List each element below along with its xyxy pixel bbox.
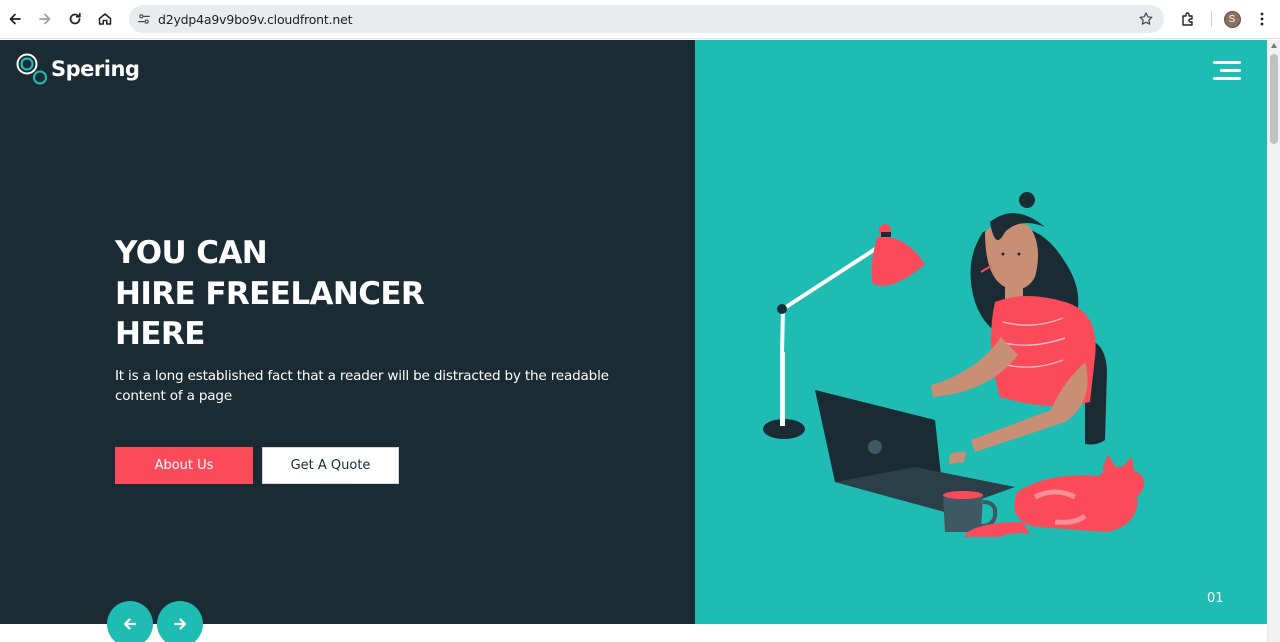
hero-subtitle: It is a long established fact that a rea…: [115, 368, 609, 404]
home-icon: [98, 13, 112, 25]
puzzle-icon: [1182, 12, 1193, 26]
site-logo[interactable]: Spering: [16, 52, 140, 86]
url-text[interactable]: d2ydp4a9v9bo9v.cloudfront.net: [158, 12, 352, 27]
scroll-up-icon[interactable]: [1271, 43, 1277, 48]
mug: [943, 494, 983, 532]
browser-toolbar: d2ydp4a9v9bo9v.cloudfront.net S: [0, 0, 1280, 39]
logo-rings-icon: [16, 52, 48, 86]
home-button[interactable]: [93, 7, 117, 31]
browser-menu-button[interactable]: [1250, 7, 1274, 31]
kebab-menu-icon: [1260, 12, 1264, 26]
page-viewport: Spering YOU CAN HIRE FREELANCER HERE It …: [0, 40, 1267, 642]
avatar: S: [1223, 10, 1241, 28]
hamburger-menu-button[interactable]: [1212, 59, 1242, 83]
toolbar-divider: [1211, 11, 1212, 27]
get-a-quote-button[interactable]: Get A Quote: [262, 447, 399, 484]
arrow-right-icon: [173, 618, 187, 630]
bookmark-star-icon[interactable]: [1138, 11, 1154, 27]
hero-title-line: HERE: [115, 316, 205, 352]
hero-title-line: HIRE FREELANCER: [115, 275, 425, 312]
menu-line-icon: [1213, 77, 1241, 80]
freelancer-illustration: [763, 192, 1145, 537]
extensions-button[interactable]: [1176, 7, 1200, 31]
arrow-forward-icon: [39, 13, 51, 25]
scroll-thumb[interactable]: [1270, 54, 1278, 144]
about-us-button[interactable]: About Us: [115, 447, 253, 484]
lamp-joint: [777, 304, 787, 314]
address-bar[interactable]: d2ydp4a9v9bo9v.cloudfront.net: [129, 5, 1164, 33]
logo-text: Spering: [51, 57, 140, 81]
arrow-left-icon: [123, 618, 137, 630]
lamp-pole: [780, 352, 785, 426]
forward-button[interactable]: [33, 7, 57, 31]
reload-icon: [69, 12, 81, 25]
lamp-shade: [871, 236, 925, 286]
hero-title-line: YOU CAN: [115, 235, 268, 271]
page-scrollbar[interactable]: [1267, 40, 1280, 642]
site-settings-icon[interactable]: [136, 11, 152, 27]
reload-button[interactable]: [63, 7, 87, 31]
profile-button[interactable]: S: [1220, 7, 1244, 31]
slider-prev-button[interactable]: [107, 601, 153, 642]
hero-title: YOU CAN HIRE FREELANCER HERE: [115, 233, 425, 355]
arrow-back-icon: [9, 13, 21, 25]
slider-next-button[interactable]: [157, 601, 203, 642]
back-button[interactable]: [3, 7, 27, 31]
menu-line-icon: [1213, 61, 1241, 64]
slide-counter: 01: [1207, 591, 1224, 606]
menu-line-icon: [1220, 69, 1241, 72]
